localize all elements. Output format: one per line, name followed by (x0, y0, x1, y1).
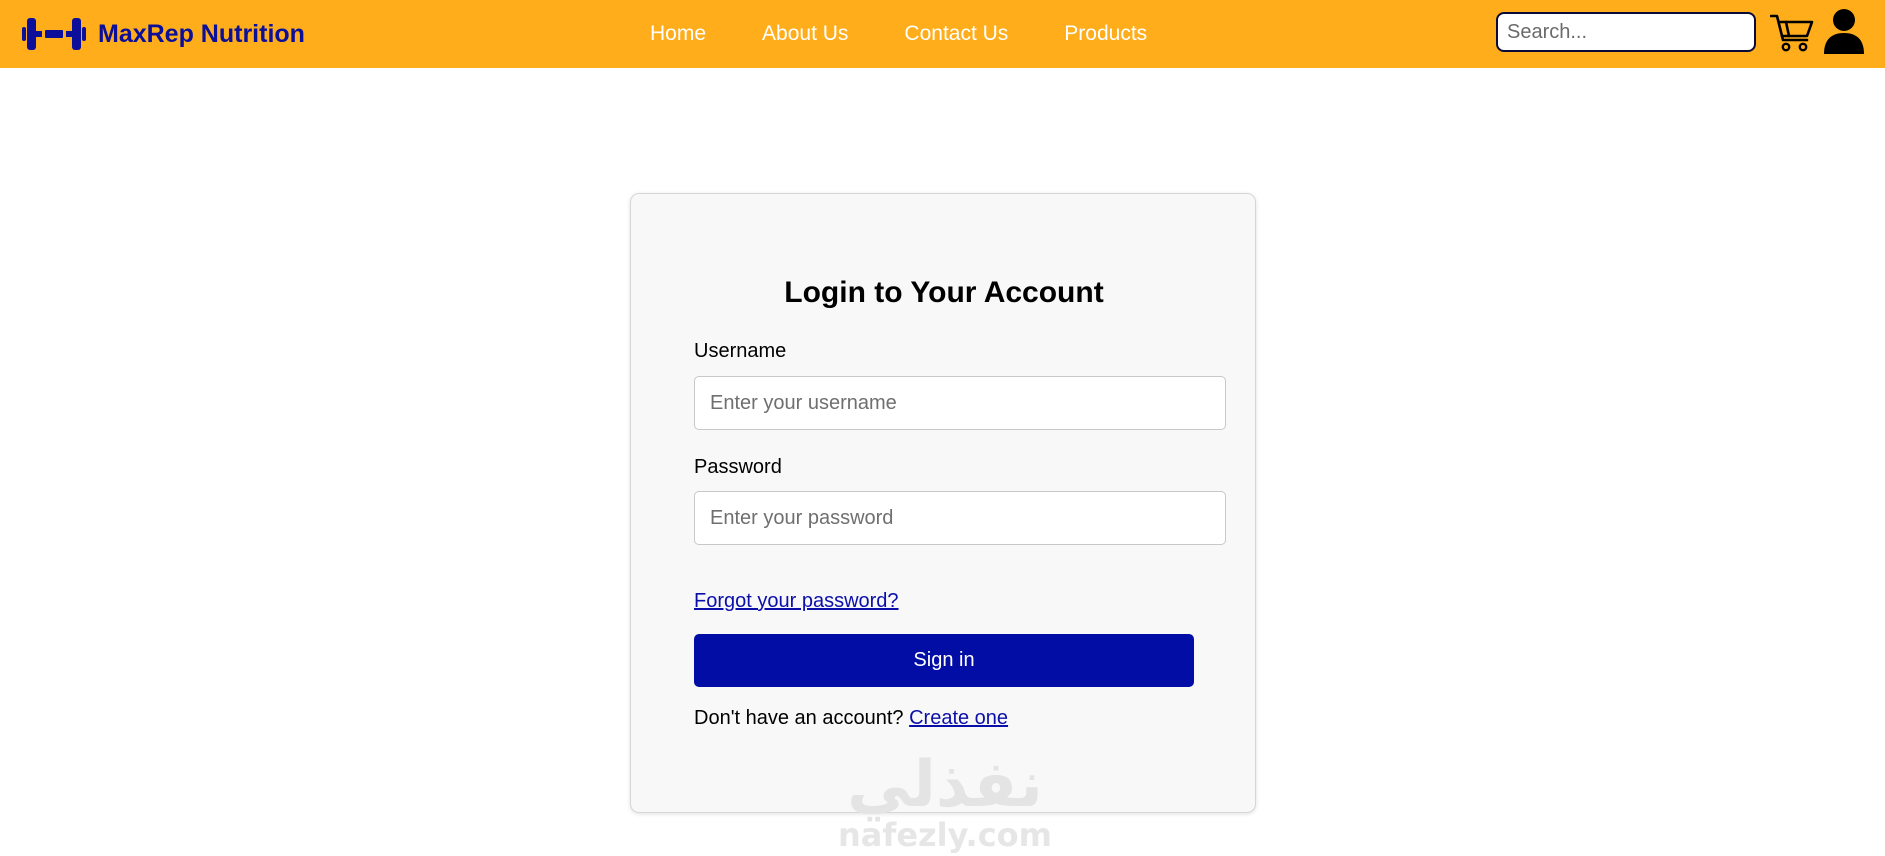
signup-prompt-text: Don't have an account? (694, 707, 904, 729)
user-icon[interactable] (1822, 8, 1866, 54)
brand-home-link[interactable]: MaxRep Nutrition (22, 12, 305, 56)
forgot-password-link[interactable]: Forgot your password? (694, 590, 899, 613)
search-input[interactable] (1496, 12, 1756, 52)
main-nav: Home About Us Contact Us Products (650, 0, 1203, 68)
password-label: Password (694, 456, 782, 478)
nav-link-products[interactable]: Products (1064, 22, 1147, 46)
top-navbar: MaxRep Nutrition Home About Us Contact U… (0, 0, 1885, 68)
sign-in-button[interactable]: Sign in (694, 634, 1194, 687)
username-input[interactable] (694, 376, 1226, 430)
nav-link-about-us[interactable]: About Us (762, 22, 848, 46)
password-input[interactable] (694, 491, 1226, 545)
watermark-latin: nafezly.com (838, 816, 1052, 854)
create-account-link[interactable]: Create one (909, 707, 1008, 729)
username-label: Username (694, 340, 787, 362)
signup-prompt: Don't have an account? Create one (694, 707, 1008, 730)
brand-name: MaxRep Nutrition (98, 19, 305, 48)
login-title: Login to Your Account (784, 276, 1104, 309)
nav-link-contact-us[interactable]: Contact Us (904, 22, 1008, 46)
dumbbell-icon (22, 18, 86, 50)
nav-link-home[interactable]: Home (650, 22, 706, 46)
login-card: Login to Your Account Username Password … (630, 193, 1256, 813)
cart-icon[interactable] (1770, 12, 1814, 54)
